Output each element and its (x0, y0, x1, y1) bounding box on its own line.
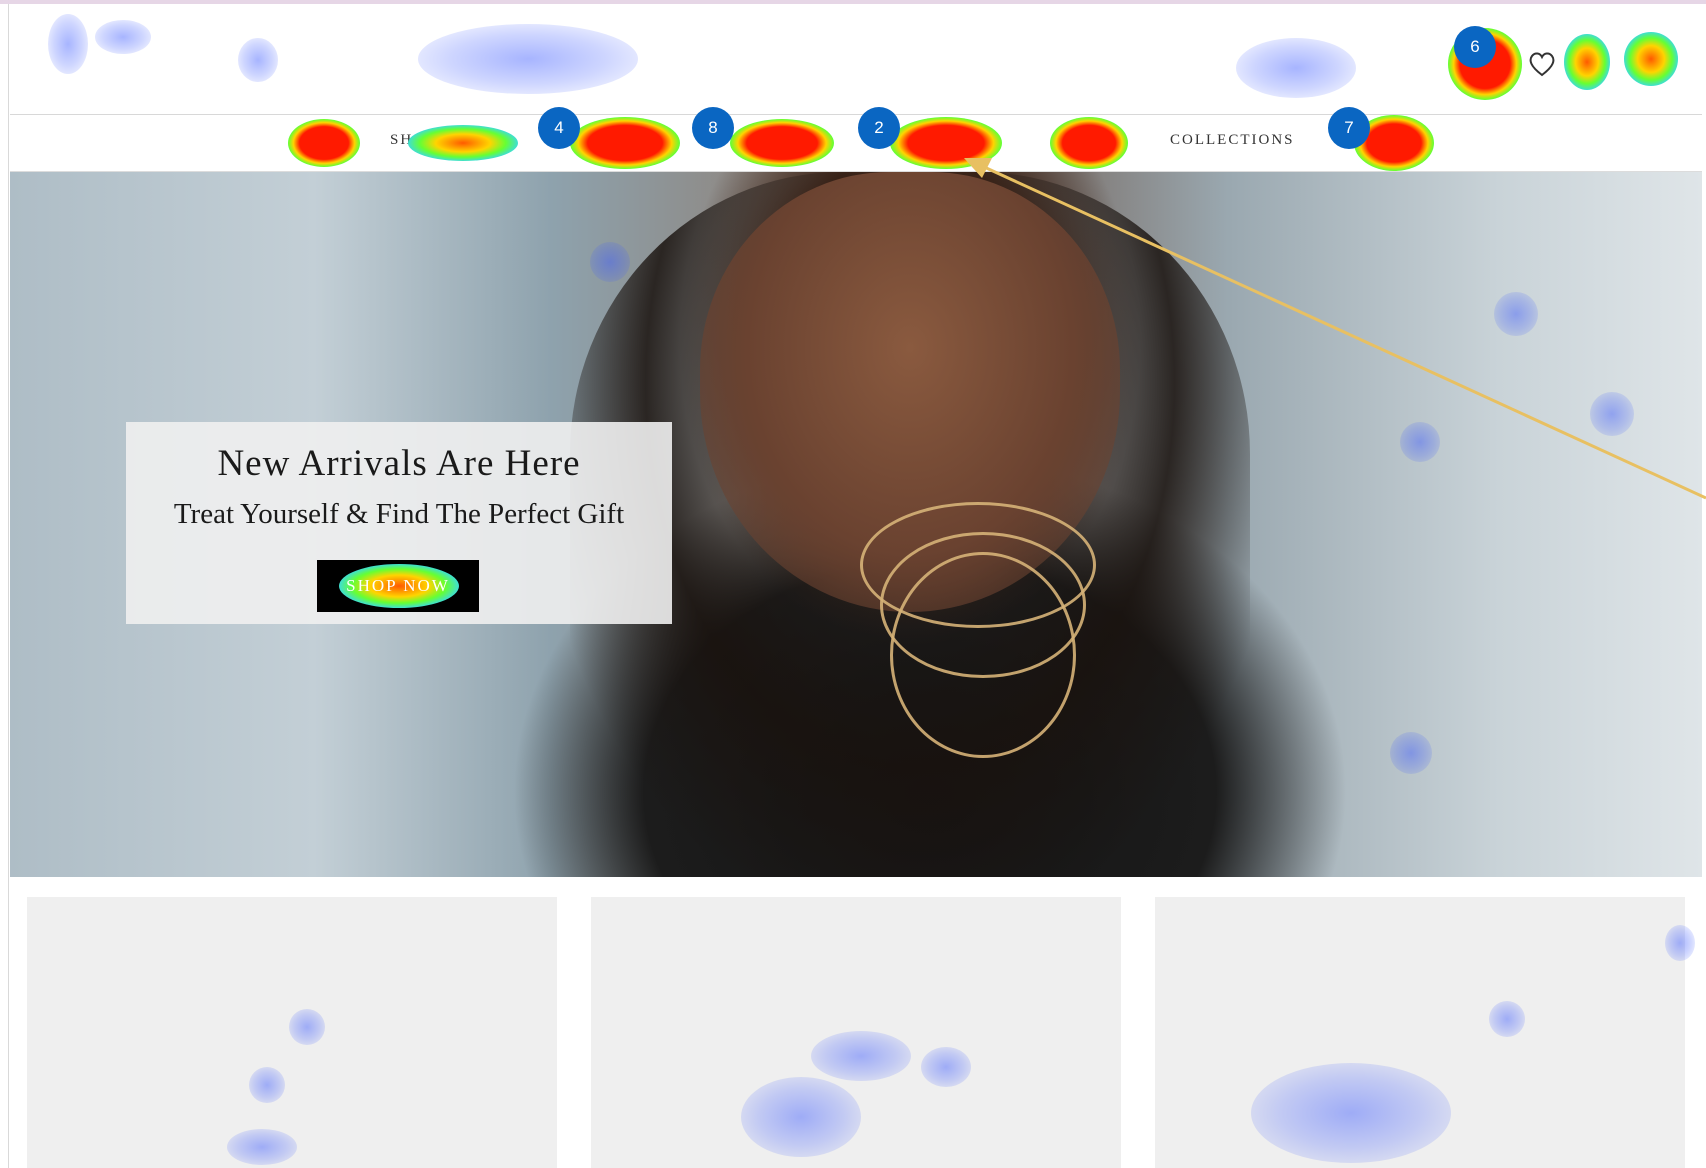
heat-spot (1251, 1063, 1451, 1163)
heat-spot (811, 1031, 911, 1081)
heat-spot (227, 1129, 297, 1165)
product-card-3[interactable] (1155, 897, 1695, 1168)
heat-spot (741, 1077, 861, 1157)
heat-spot (289, 1009, 325, 1045)
product-card-2[interactable] (591, 897, 1121, 1168)
heat-spot (1489, 1001, 1525, 1037)
product-card-1[interactable] (27, 897, 557, 1168)
heat-spot (921, 1047, 971, 1087)
heat-spot (249, 1067, 285, 1103)
